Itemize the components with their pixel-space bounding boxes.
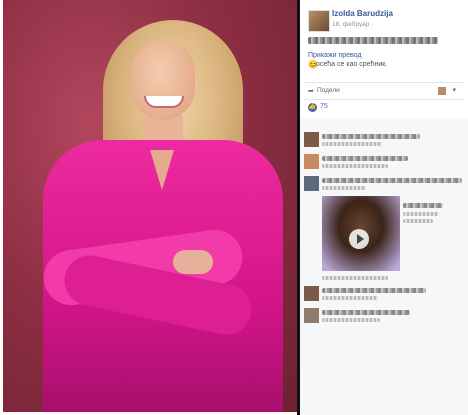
viewer-avatar[interactable]	[438, 87, 446, 95]
comment-text-blurred	[322, 156, 408, 161]
chevron-down-icon[interactable]: ▾	[452, 86, 456, 94]
translation-text: осећа се као срећник.	[316, 61, 388, 68]
attachment-caption-blurred	[403, 203, 443, 208]
comment-avatar[interactable]	[304, 286, 319, 301]
comment-avatar[interactable]	[304, 176, 319, 191]
comment-meta-blurred	[322, 142, 382, 146]
photo-face	[131, 40, 195, 120]
comment-avatar[interactable]	[304, 132, 319, 147]
comment-meta-blurred	[322, 296, 378, 300]
share-row: ➦ Подели ▾	[304, 86, 464, 98]
comment-text-blurred	[322, 178, 462, 183]
photo-smile	[144, 96, 184, 108]
divider	[304, 99, 464, 100]
comment-meta-blurred	[322, 164, 388, 168]
reaction-count[interactable]: 75	[320, 103, 328, 110]
play-icon[interactable]	[349, 229, 369, 249]
like-icon: 👍	[308, 103, 317, 112]
attachment-caption-blurred	[403, 212, 439, 216]
comments-section	[300, 118, 468, 415]
share-button[interactable]: Подели	[317, 87, 340, 94]
post-date[interactable]: 18. фебруар ·	[332, 21, 373, 28]
comment-meta-blurred	[322, 276, 388, 280]
photo-hand	[173, 250, 213, 274]
comment-meta-blurred	[322, 318, 380, 322]
author-avatar[interactable]	[308, 10, 330, 32]
comment-text-blurred	[322, 310, 410, 315]
screenshot-frame: Izolda Barudzija 18. фебруар · Прикажи п…	[0, 0, 468, 415]
share-icon[interactable]: ➦	[308, 87, 314, 95]
comment-avatar[interactable]	[304, 308, 319, 323]
post-header: Izolda Barudzija 18. фебруар ·	[304, 4, 464, 32]
divider	[304, 82, 464, 83]
comment-meta-blurred	[322, 186, 366, 190]
comment-text-blurred	[322, 134, 420, 139]
show-translation-link[interactable]: Прикажи превод	[308, 52, 362, 59]
photo-neckline	[150, 150, 174, 190]
attachment-caption-blurred	[403, 219, 433, 223]
post-photo[interactable]	[3, 0, 297, 412]
post-text-blurred	[308, 37, 438, 44]
post-side-panel: Izolda Barudzija 18. фебруар · Прикажи п…	[300, 0, 468, 415]
author-name[interactable]: Izolda Barudzija	[332, 9, 393, 18]
comment-avatar[interactable]	[304, 154, 319, 169]
comment-text-blurred	[322, 288, 426, 293]
